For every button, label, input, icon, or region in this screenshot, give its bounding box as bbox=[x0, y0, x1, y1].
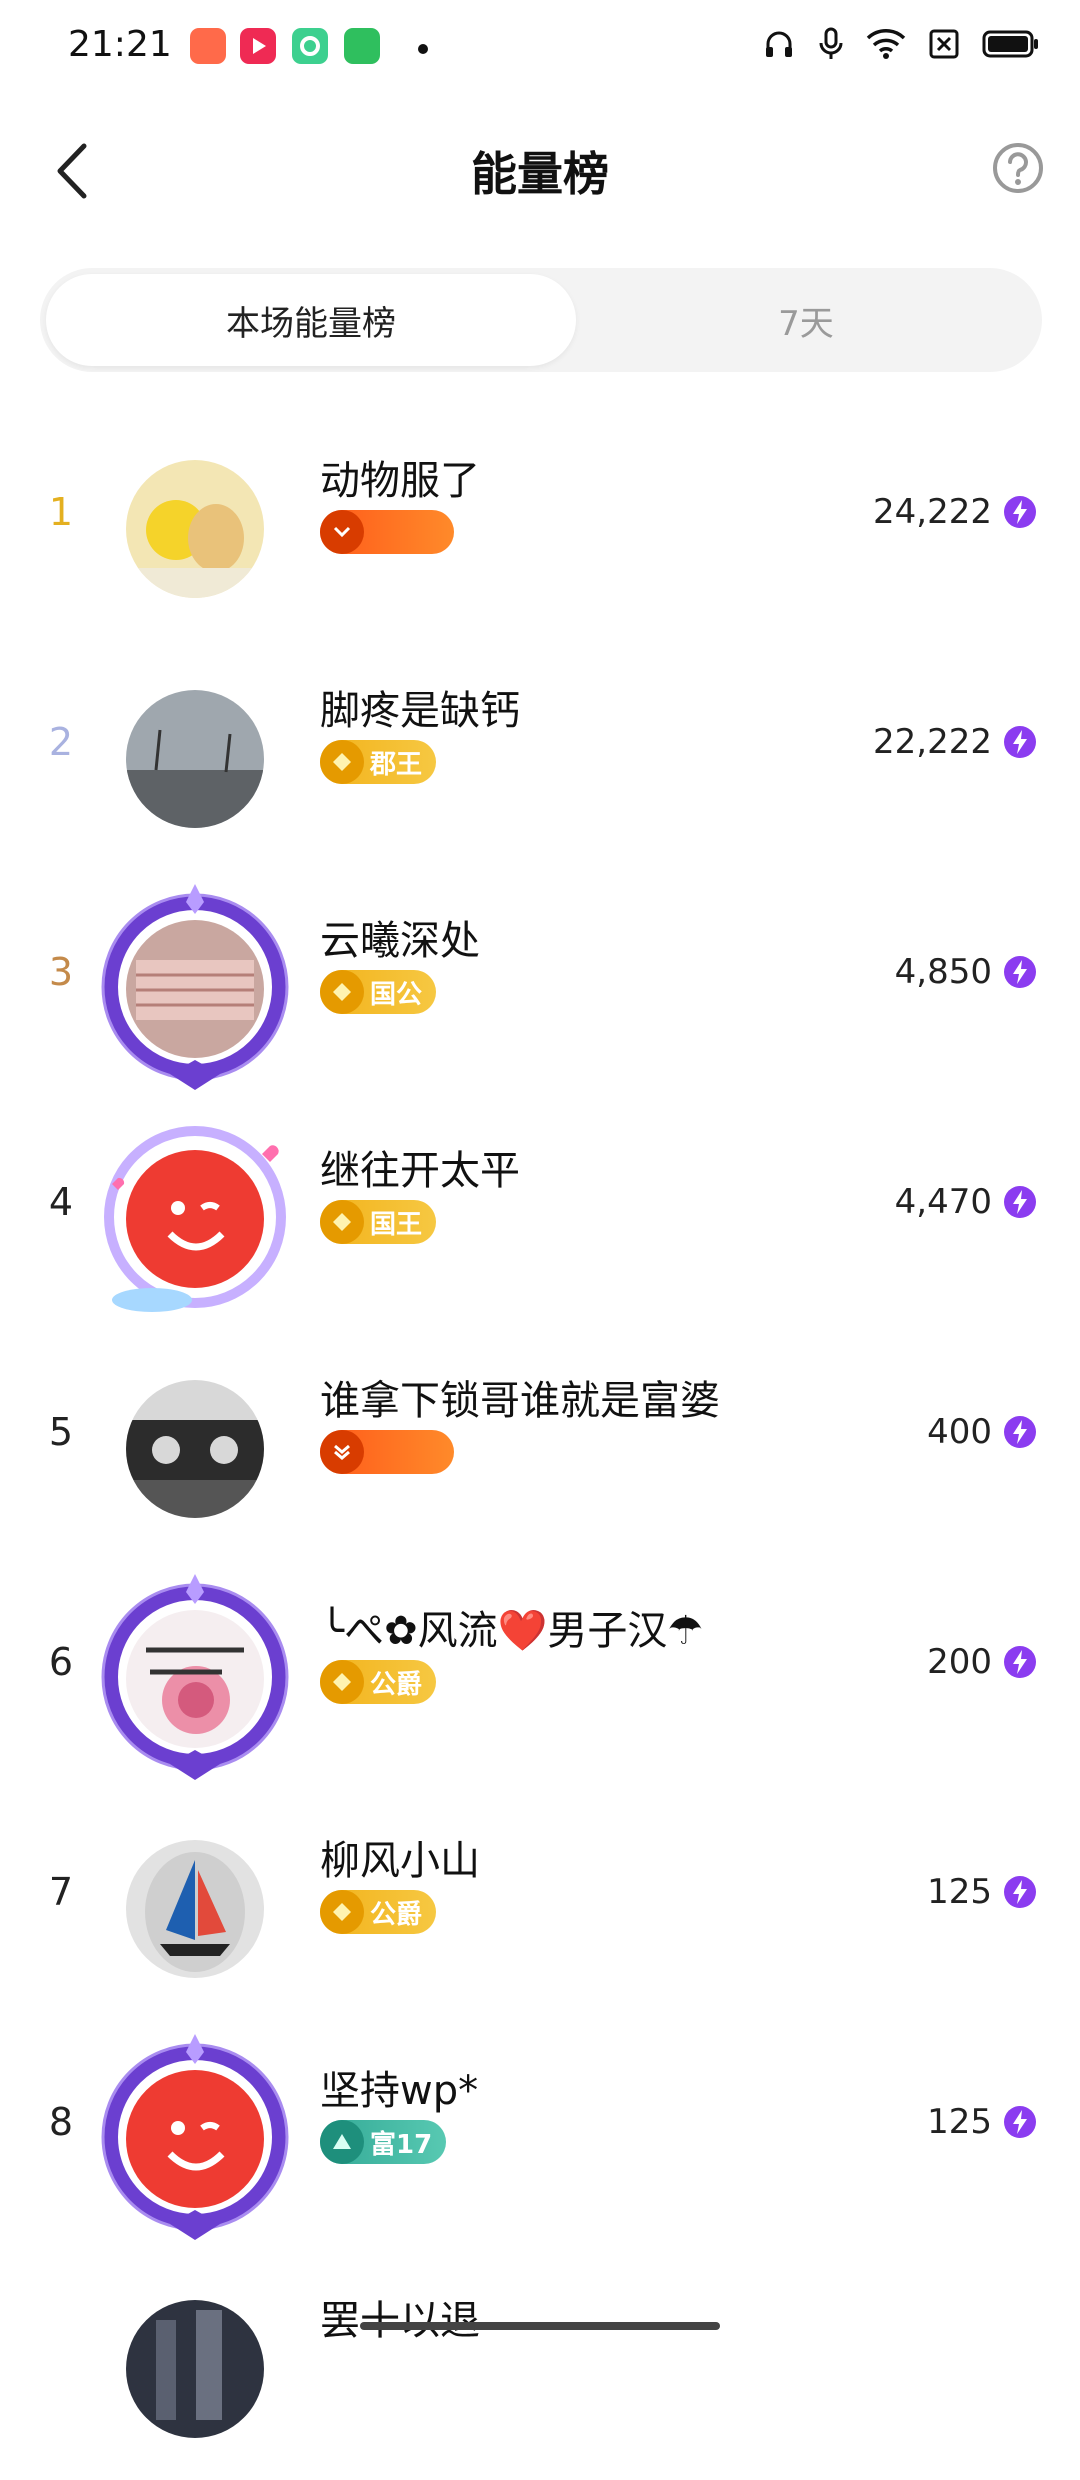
user-name: 动物服了 bbox=[320, 458, 480, 504]
badge-label: 富17 bbox=[370, 2129, 433, 2160]
rank-number: 3 bbox=[48, 950, 74, 994]
energy-bolt-icon bbox=[1004, 956, 1036, 988]
ranking-row[interactable]: 5 谁拿下锁哥谁就是富婆 400 bbox=[0, 1330, 1080, 1560]
rank-number: 7 bbox=[48, 1870, 74, 1914]
ranking-row[interactable]: 1 动物服了 24,222 bbox=[0, 410, 1080, 640]
user-name: 罢十以退 bbox=[320, 2298, 480, 2344]
diamond-badge-icon bbox=[320, 1200, 364, 1244]
tab-current-session[interactable]: 本场能量榜 bbox=[46, 274, 576, 366]
avatar[interactable] bbox=[126, 2300, 264, 2438]
app-notification-icon bbox=[190, 28, 226, 64]
ranking-row[interactable]: 2 脚疼是缺钙 郡王 22,222 bbox=[0, 640, 1080, 870]
help-button[interactable] bbox=[990, 140, 1046, 196]
diamond-badge-icon bbox=[320, 740, 364, 784]
badge-label: 郡王 bbox=[370, 749, 423, 780]
ranking-row[interactable]: 3 云曦深处 国公 4,850 bbox=[0, 870, 1080, 1100]
level-badge bbox=[320, 1430, 454, 1474]
tab-7-days[interactable]: 7天 bbox=[576, 274, 1036, 366]
home-indicator[interactable] bbox=[360, 2322, 720, 2330]
rank-number: 4 bbox=[48, 1180, 74, 1224]
status-bar: 21:21 bbox=[0, 0, 1080, 96]
avatar-frame-hearts bbox=[104, 1126, 286, 1312]
avatar[interactable] bbox=[126, 1380, 264, 1518]
level-badge: 国王 bbox=[320, 1200, 437, 1244]
green-app-icon bbox=[292, 28, 328, 64]
energy-bolt-icon bbox=[1004, 726, 1036, 758]
user-name: 谁拿下锁哥谁就是富婆 bbox=[320, 1378, 720, 1424]
user-name: 坚持wp* bbox=[320, 2068, 479, 2114]
notification-dot bbox=[418, 44, 428, 54]
ranking-row[interactable]: 6 ╰ぺ✿风流❤️男子汉☂ 公爵 200 bbox=[0, 1560, 1080, 1790]
battery-icon bbox=[982, 30, 1038, 58]
level-badge: 公爵 bbox=[320, 1890, 437, 1934]
status-icons bbox=[762, 26, 1040, 62]
energy-bolt-icon bbox=[1004, 1186, 1036, 1218]
energy-bolt-icon bbox=[1004, 496, 1036, 528]
energy-score: 22,222 bbox=[873, 722, 992, 762]
microphone-icon bbox=[819, 27, 843, 59]
diamond-badge-icon bbox=[320, 970, 364, 1014]
page-title: 能量榜 bbox=[471, 147, 609, 201]
ranking-row[interactable]: 4 继往开太平 国王 4,470 bbox=[0, 1100, 1080, 1330]
video-app-icon bbox=[240, 28, 276, 64]
user-name: 脚疼是缺钙 bbox=[320, 688, 520, 734]
chevron-down-badge-icon bbox=[320, 1430, 364, 1474]
energy-bolt-icon bbox=[1004, 1416, 1036, 1448]
badge-label: 国公 bbox=[370, 979, 423, 1010]
level-badge: 郡王 bbox=[320, 740, 437, 784]
rank-number: 8 bbox=[48, 2100, 74, 2144]
energy-score: 24,222 bbox=[873, 492, 992, 532]
avatar-frame-purple bbox=[101, 1574, 289, 1780]
energy-score: 200 bbox=[927, 1642, 992, 1682]
user-name: 继往开太平 bbox=[320, 1148, 520, 1194]
energy-score: 125 bbox=[927, 2102, 992, 2142]
energy-bolt-icon bbox=[1004, 2106, 1036, 2138]
level-badge: 公爵 bbox=[320, 1660, 437, 1704]
rank-number: 6 bbox=[48, 1640, 74, 1684]
ranking-row[interactable]: 罢十以退 bbox=[0, 2250, 1080, 2480]
triangle-badge-icon bbox=[320, 2120, 364, 2164]
level-badge bbox=[320, 510, 454, 554]
ranking-row[interactable]: 7 柳风小山 公爵 125 bbox=[0, 1790, 1080, 2020]
headphones-icon bbox=[766, 31, 792, 57]
badge-label: 国王 bbox=[370, 1209, 423, 1240]
avatar[interactable] bbox=[126, 460, 264, 598]
avatar[interactable] bbox=[126, 1840, 264, 1978]
wifi-icon bbox=[866, 29, 906, 59]
diamond-badge-icon bbox=[320, 1890, 364, 1934]
energy-score: 400 bbox=[927, 1412, 992, 1452]
user-name: ╰ぺ✿风流❤️男子汉☂ bbox=[320, 1608, 704, 1654]
avatar-frame-purple bbox=[101, 2034, 289, 2240]
chevron-down-badge-icon bbox=[320, 510, 364, 554]
rank-number: 1 bbox=[48, 490, 74, 534]
sim-off-icon bbox=[929, 29, 959, 59]
question-circle-icon bbox=[993, 143, 1043, 193]
rank-number: 2 bbox=[48, 720, 74, 764]
energy-score: 4,850 bbox=[894, 952, 992, 992]
user-name: 云曦深处 bbox=[320, 918, 480, 964]
badge-label: 公爵 bbox=[370, 1899, 423, 1930]
badge-label: 公爵 bbox=[370, 1669, 423, 1700]
energy-bolt-icon bbox=[1004, 1876, 1036, 1908]
diamond-badge-icon bbox=[320, 1660, 364, 1704]
shop-app-icon bbox=[344, 28, 380, 64]
rank-number: 5 bbox=[48, 1410, 74, 1454]
user-name: 柳风小山 bbox=[320, 1838, 480, 1884]
status-time: 21:21 bbox=[68, 24, 172, 65]
level-badge: 富17 bbox=[320, 2120, 447, 2164]
energy-bolt-icon bbox=[1004, 1646, 1036, 1678]
energy-score: 4,470 bbox=[894, 1182, 992, 1222]
ranking-row[interactable]: 8 坚持wp* 富17 125 bbox=[0, 2020, 1080, 2250]
header: 能量榜 bbox=[0, 120, 1080, 220]
avatar[interactable] bbox=[126, 690, 264, 828]
avatar-frame-purple bbox=[101, 884, 289, 1090]
tab-bar: 本场能量榜 7天 bbox=[40, 268, 1042, 372]
energy-score: 125 bbox=[927, 1872, 992, 1912]
level-badge: 国公 bbox=[320, 970, 437, 1014]
